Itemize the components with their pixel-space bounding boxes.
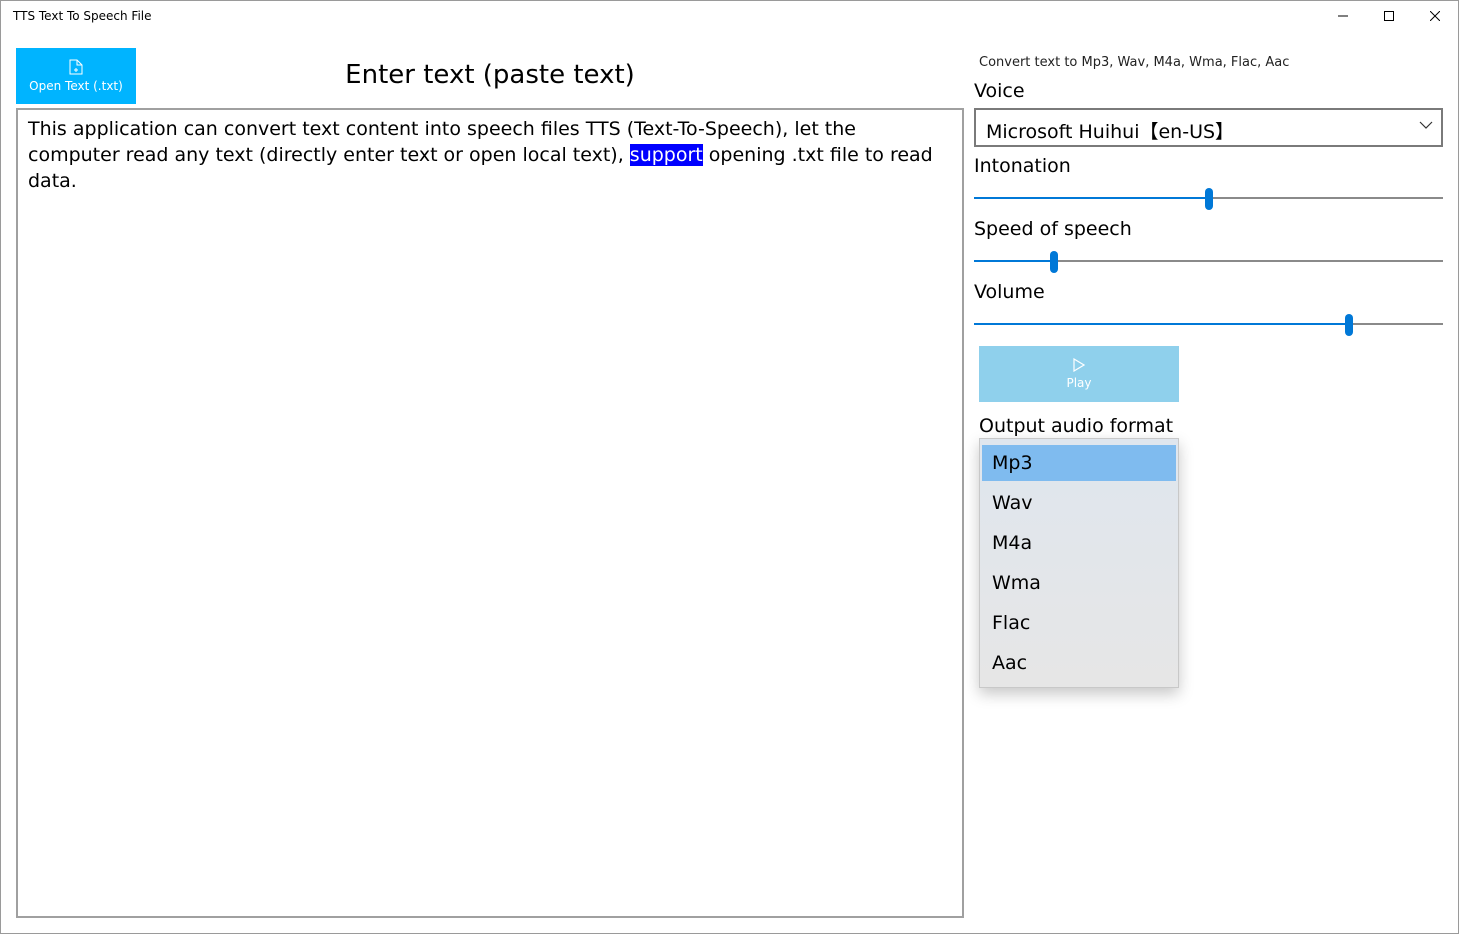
selected-text: support: [629, 144, 703, 166]
speed-slider[interactable]: [974, 251, 1443, 273]
voice-select[interactable]: Microsoft Huihui【en-US】: [974, 108, 1443, 147]
close-icon: [1430, 11, 1440, 21]
speed-label: Speed of speech: [974, 218, 1132, 240]
intonation-label: Intonation: [974, 155, 1071, 177]
format-option[interactable]: Mp3: [982, 445, 1176, 481]
format-option[interactable]: Wma: [982, 565, 1176, 601]
play-button[interactable]: Play: [979, 346, 1179, 402]
slider-thumb[interactable]: [1204, 188, 1213, 210]
play-icon: [1073, 358, 1085, 372]
format-subtitle: Convert text to Mp3, Wav, M4a, Wma, Flac…: [979, 55, 1290, 70]
maximize-button[interactable]: [1366, 0, 1412, 32]
maximize-icon: [1384, 11, 1394, 21]
play-label: Play: [1066, 376, 1092, 390]
intonation-slider[interactable]: [974, 188, 1443, 210]
slider-fill: [974, 260, 1054, 262]
format-option[interactable]: Wav: [982, 485, 1176, 521]
close-button[interactable]: [1412, 0, 1458, 32]
format-option[interactable]: M4a: [982, 525, 1176, 561]
voice-value: Microsoft Huihui【en-US】: [986, 121, 1235, 143]
volume-slider[interactable]: [974, 314, 1443, 336]
editor-title: Enter text (paste text): [345, 60, 635, 90]
format-option[interactable]: Aac: [982, 645, 1176, 681]
text-editor[interactable]: This application can convert text conten…: [16, 108, 964, 918]
slider-fill: [974, 197, 1209, 199]
output-format-label: Output audio format: [979, 415, 1174, 437]
chevron-down-icon: [1419, 121, 1433, 129]
app-title: TTS Text To Speech File: [13, 9, 152, 23]
format-option[interactable]: Flac: [982, 605, 1176, 641]
editor-content[interactable]: This application can convert text conten…: [28, 116, 948, 194]
minimize-button[interactable]: [1320, 0, 1366, 32]
slider-fill: [974, 323, 1350, 325]
volume-label: Volume: [974, 281, 1045, 303]
slider-thumb[interactable]: [1345, 314, 1354, 336]
slider-thumb[interactable]: [1049, 251, 1058, 273]
minimize-icon: [1338, 15, 1348, 17]
title-bar: TTS Text To Speech File: [0, 0, 1459, 32]
format-dropdown-list: Mp3 Wav M4a Wma Flac Aac: [979, 438, 1179, 688]
voice-label: Voice: [974, 80, 1025, 102]
